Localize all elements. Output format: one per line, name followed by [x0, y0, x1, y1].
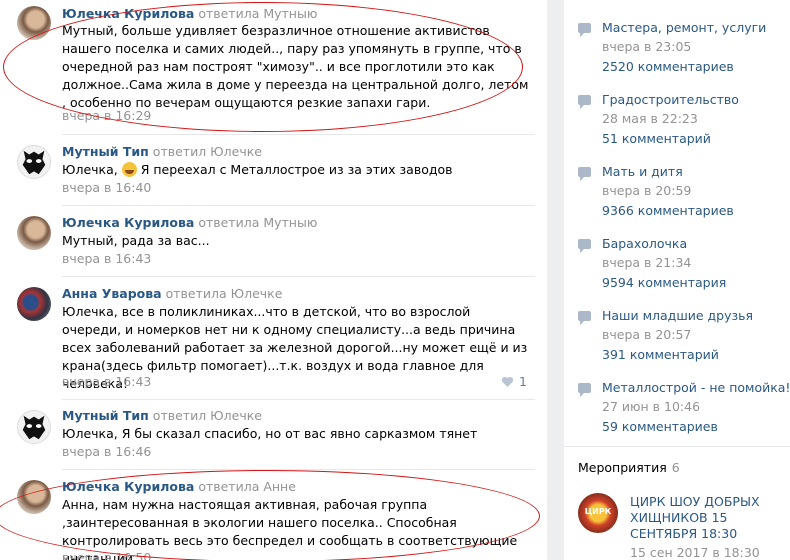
comment-date[interactable]: вчера в 16:43: [62, 251, 151, 266]
comment-author[interactable]: Юлечка Курилова: [62, 215, 194, 230]
topic-title[interactable]: Мать и дитя: [602, 164, 683, 179]
topic-date: вчера в 20:57: [602, 327, 692, 342]
comment-header: Анна Уварова ответила Юлечке: [62, 286, 282, 301]
topic-item[interactable]: Барахолочка вчера в 21:34 9594 комментар…: [564, 216, 790, 290]
smile-emoji-icon: [121, 162, 137, 177]
comment-bubble-icon: [578, 311, 591, 325]
comment-text: Юлечка, Я переехал с Металлострое из за …: [62, 161, 532, 179]
topic-comment-count[interactable]: 59 комментариев: [602, 419, 718, 434]
topic-title[interactable]: Мастера, ремонт, услуги: [602, 20, 766, 35]
comment-reply-to[interactable]: ответил Юлечке: [153, 144, 262, 159]
heart-icon: [501, 376, 514, 387]
comment-header: Юлечка Курилова ответила Анне: [62, 479, 296, 494]
event-title[interactable]: ЦИРК ШОУ ДОБРЫХ ХИЩНИКОВ 15 СЕНТЯБРЯ 18:…: [630, 494, 780, 542]
topic-item[interactable]: Градостроительство 28 мая в 22:23 51 ком…: [564, 72, 790, 146]
topic-date: вчера в 20:59: [602, 183, 692, 198]
divider: [564, 446, 790, 447]
event-avatar-logo: ЦИРК: [584, 507, 612, 516]
comment-reply-to[interactable]: ответил Юлечке: [153, 408, 262, 423]
comment-item: Юлечка Курилова ответила Анне Анна, нам …: [0, 470, 547, 560]
avatar[interactable]: [17, 480, 51, 514]
avatar[interactable]: [17, 145, 51, 179]
topic-date: вчера в 23:05: [602, 39, 692, 54]
comment-date[interactable]: вчера в 16:29: [62, 108, 151, 123]
event-avatar[interactable]: ЦИРК: [578, 493, 618, 533]
comment-item: Юлечка Курилова ответила Мутныю Мутный, …: [0, 206, 547, 277]
avatar[interactable]: [17, 287, 51, 321]
comment-author[interactable]: Анна Уварова: [62, 286, 162, 301]
comment-header: Юлечка Курилова ответила Мутныю: [62, 215, 317, 230]
avatar[interactable]: [17, 410, 51, 444]
comment-item: Мутный Тип ответил Юлечке Юлечка, Я бы с…: [0, 400, 547, 470]
mask-avatar-icon: [22, 415, 46, 440]
comment-text-end: Я переехал с Металлострое из за этих зав…: [140, 162, 453, 177]
topic-item[interactable]: Металлострой - не помойка! 27 июн в 10:4…: [564, 360, 790, 440]
comment-reply-to[interactable]: ответила Юлечке: [166, 286, 283, 301]
comment-header: Мутный Тип ответил Юлечке: [62, 144, 262, 159]
comment-text-start: Юлечка,: [62, 162, 118, 177]
comment-text: Мутный, больше удивляет безразличное отн…: [62, 23, 529, 110]
comment-bubble-icon: [578, 383, 591, 397]
comment-date[interactable]: вчера в 16:43: [62, 374, 151, 389]
like-count: 1: [519, 374, 527, 389]
avatar[interactable]: [17, 216, 51, 250]
comments-panel: Юлечка Курилова ответила Мутныю Мутный, …: [0, 0, 547, 560]
topic-item[interactable]: Наши младшие друзья вчера в 20:57 391 ко…: [564, 288, 790, 362]
comment-item: Мутный Тип ответил Юлечке Юлечка, Я пере…: [0, 135, 547, 206]
event-date: 15 сен 2017 в 18:30: [630, 545, 760, 560]
comment-item: Юлечка Курилова ответила Мутныю Мутный, …: [0, 0, 547, 135]
comment-author[interactable]: Мутный Тип: [62, 408, 149, 423]
topic-title[interactable]: Градостроительство: [602, 92, 739, 107]
avatar[interactable]: [17, 6, 51, 40]
comment-header: Мутный Тип ответил Юлечке: [62, 408, 262, 423]
comment-text: Мутный, рада за вас...: [62, 233, 210, 248]
like-button[interactable]: 1: [501, 374, 527, 389]
comment-reply-to[interactable]: ответила Анне: [198, 479, 296, 494]
topic-date: 28 мая в 22:23: [602, 111, 698, 126]
topic-item[interactable]: Мать и дитя вчера в 20:59 9366 комментар…: [564, 144, 790, 218]
topic-title[interactable]: Барахолочка: [602, 236, 687, 251]
events-header[interactable]: Мероприятия 6: [578, 460, 680, 475]
events-title[interactable]: Мероприятия: [578, 460, 667, 475]
topic-title[interactable]: Металлострой - не помойка!: [602, 380, 790, 395]
topic-item[interactable]: Мастера, ремонт, услуги вчера в 23:05 25…: [564, 0, 790, 74]
topic-title[interactable]: Наши младшие друзья: [602, 308, 753, 323]
comment-bubble-icon: [578, 167, 591, 181]
comment-text: Юлечка, Я бы сказал спасибо, но от вас я…: [62, 426, 478, 441]
comment-reply-to[interactable]: ответила Мутныю: [198, 215, 317, 230]
comment-author[interactable]: Юлечка Курилова: [62, 479, 194, 494]
discussions-sidebar: Мастера, ремонт, услуги вчера в 23:05 25…: [564, 0, 790, 560]
comment-bubble-icon: [578, 95, 591, 109]
comment-date[interactable]: вчера в 16:40: [62, 180, 151, 195]
events-count: 6: [671, 460, 680, 475]
comment-header: Юлечка Курилова ответила Мутныю: [62, 6, 317, 21]
comment-item: Анна Уварова ответила Юлечке Юлечка, все…: [0, 277, 547, 400]
comment-date[interactable]: вчера в 16:46: [62, 444, 151, 459]
topic-date: 27 июн в 10:46: [602, 399, 701, 414]
comment-author[interactable]: Юлечка Курилова: [62, 6, 194, 21]
mask-avatar-icon: [22, 150, 46, 175]
comment-date[interactable]: вчера в 16:50: [62, 550, 151, 560]
comment-author[interactable]: Мутный Тип: [62, 144, 149, 159]
comment-bubble-icon: [578, 23, 591, 37]
comment-bubble-icon: [578, 239, 591, 253]
topic-date: вчера в 21:34: [602, 255, 692, 270]
comment-reply-to[interactable]: ответила Мутныю: [198, 6, 317, 21]
